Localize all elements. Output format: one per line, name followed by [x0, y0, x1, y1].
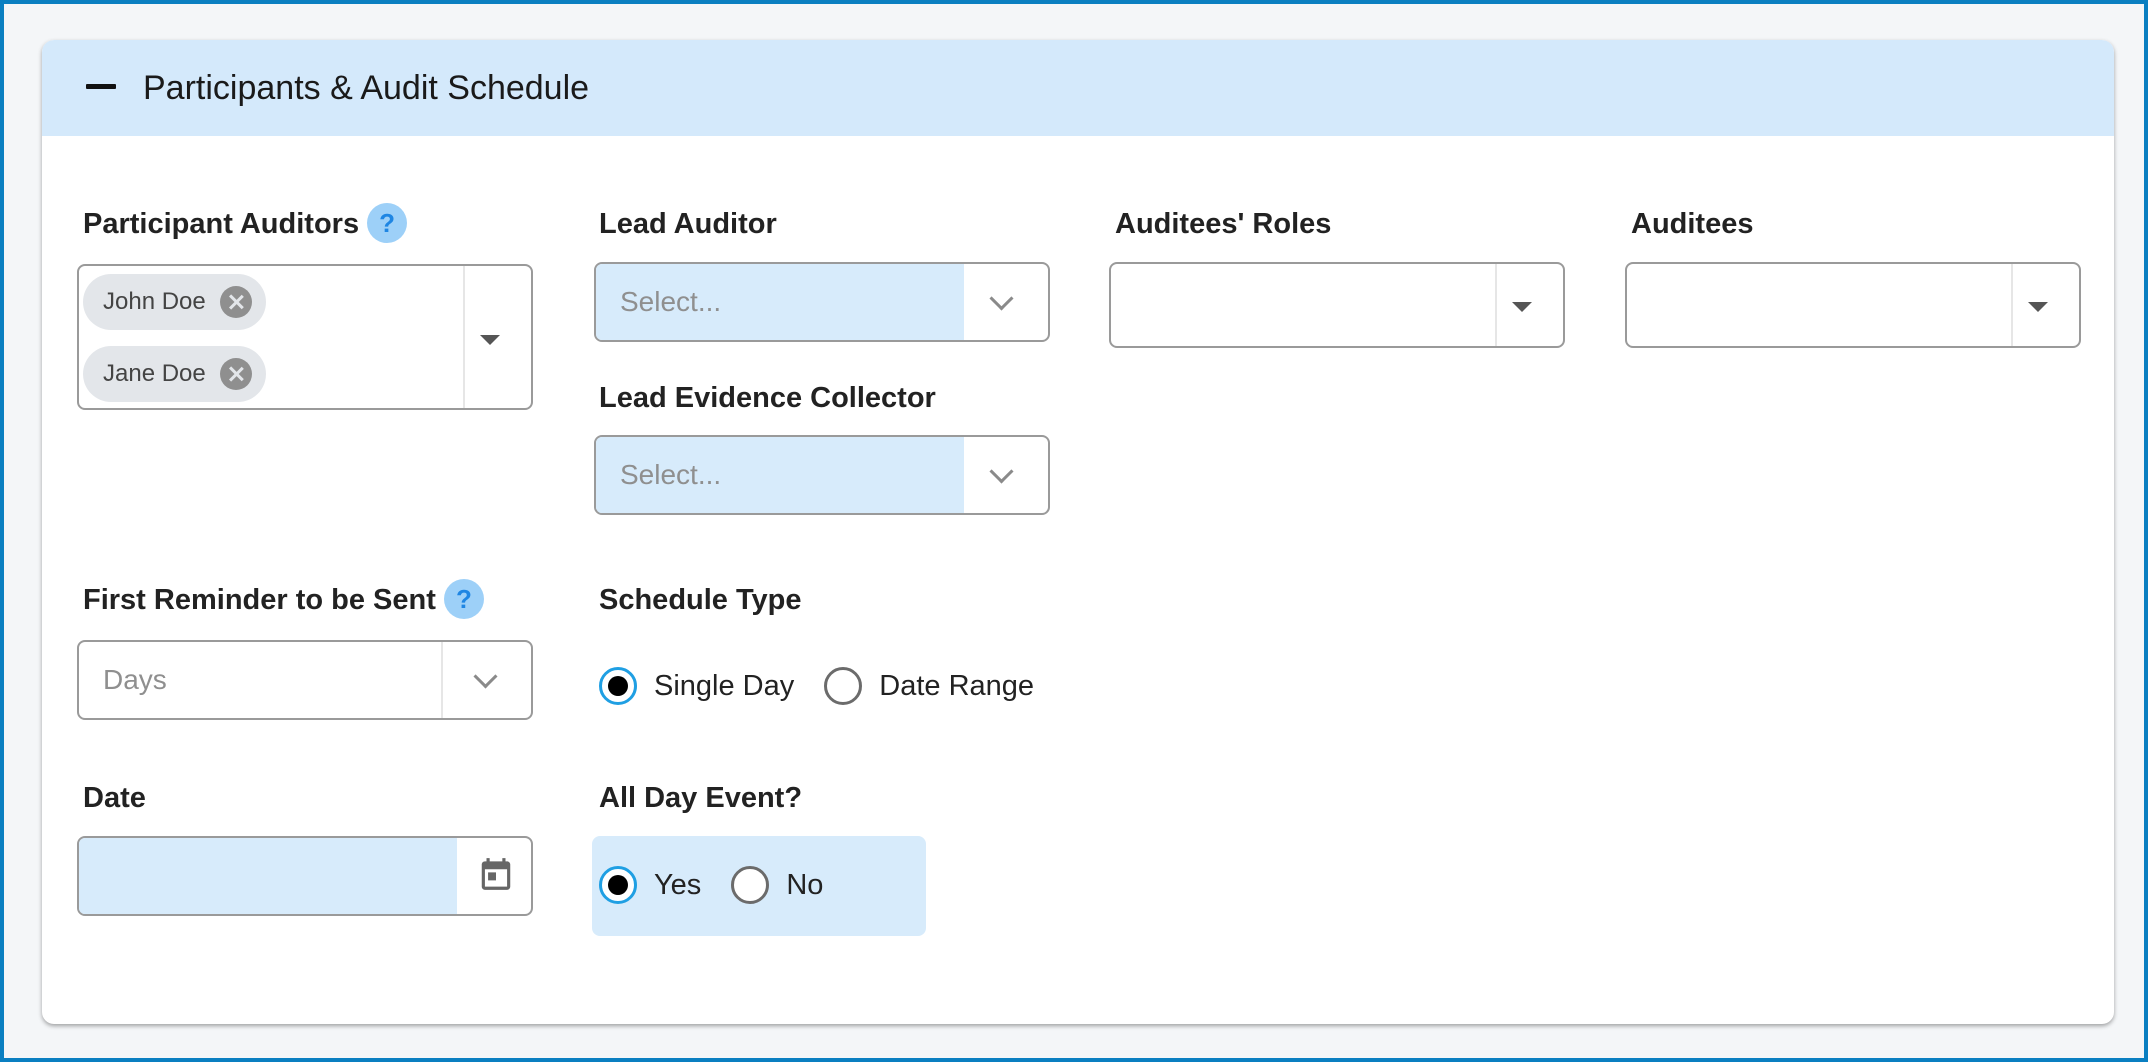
chip-label: John Doe [103, 288, 206, 315]
section-title: Participants & Audit Schedule [143, 69, 590, 107]
chip-john-doe: John Doe [83, 274, 266, 330]
lead-evidence-collector-select[interactable]: Select... [594, 435, 1050, 515]
caret-down-icon[interactable] [1512, 302, 1532, 312]
auditees-label: Auditees [1631, 208, 1754, 240]
schedule-type-label: Schedule Type [599, 584, 802, 616]
section-card: Participants & Audit Schedule Participan… [42, 40, 2114, 1024]
first-reminder-placeholder: Days [103, 664, 167, 695]
participant-auditors-label-text: Participant Auditors [83, 208, 360, 240]
chevron-down-icon[interactable] [473, 664, 498, 689]
participant-auditors-select[interactable]: John Doe Jane Doe [77, 264, 533, 410]
radio-single-day[interactable] [599, 667, 637, 705]
chip-label: Jane Doe [103, 360, 206, 387]
field-divider [441, 642, 443, 718]
lead-auditor-placeholder: Select... [620, 286, 722, 317]
radio-label-yes: Yes [654, 868, 702, 901]
section-header[interactable]: Participants & Audit Schedule [42, 40, 2114, 136]
radio-date-range[interactable] [824, 667, 863, 705]
remove-chip-icon[interactable] [219, 358, 252, 390]
field-divider [463, 266, 465, 408]
help-icon[interactable]: ? [367, 203, 408, 244]
lead-auditor-label: Lead Auditor [599, 208, 777, 240]
lead-evidence-collector-label: Lead Evidence Collector [599, 382, 936, 414]
minus-icon[interactable] [86, 84, 116, 89]
lead-auditor-select[interactable]: Select... [594, 262, 1050, 342]
chevron-down-icon[interactable] [989, 286, 1014, 311]
first-reminder-label-text: First Reminder to be Sent [83, 584, 436, 616]
chip-jane-doe: Jane Doe [83, 346, 266, 402]
field-divider [2011, 264, 2013, 346]
radio-yes[interactable] [599, 866, 637, 904]
remove-chip-icon[interactable] [219, 286, 252, 318]
first-reminder-select[interactable]: Days [77, 640, 533, 720]
caret-down-icon[interactable] [480, 335, 500, 345]
calendar-icon[interactable] [477, 854, 515, 894]
date-label: Date [83, 782, 146, 814]
chevron-down-icon[interactable] [989, 459, 1014, 484]
radio-label-date-range: Date Range [879, 669, 1035, 702]
all-day-event-label: All Day Event? [599, 782, 803, 814]
participant-auditors-label: Participant Auditors? [83, 203, 408, 245]
lead-evidence-collector-placeholder: Select... [620, 459, 722, 490]
radio-no[interactable] [731, 866, 770, 904]
field-fill [79, 838, 457, 914]
caret-down-icon[interactable] [2028, 302, 2048, 312]
radio-label-single-day: Single Day [654, 669, 795, 702]
help-icon[interactable]: ? [443, 579, 484, 620]
schedule-type-group: Single Day Date Range [599, 667, 1064, 705]
field-divider [1495, 264, 1497, 346]
radio-label-no: No [786, 868, 824, 901]
auditees-roles-select[interactable] [1109, 262, 1565, 348]
auditees-select[interactable] [1625, 262, 2081, 348]
auditees-roles-label: Auditees' Roles [1115, 208, 1332, 240]
first-reminder-label: First Reminder to be Sent? [83, 579, 484, 621]
all-day-event-group: Yes No [599, 866, 853, 904]
date-input[interactable] [77, 836, 533, 916]
window-frame: Participants & Audit Schedule Participan… [0, 0, 2148, 1062]
